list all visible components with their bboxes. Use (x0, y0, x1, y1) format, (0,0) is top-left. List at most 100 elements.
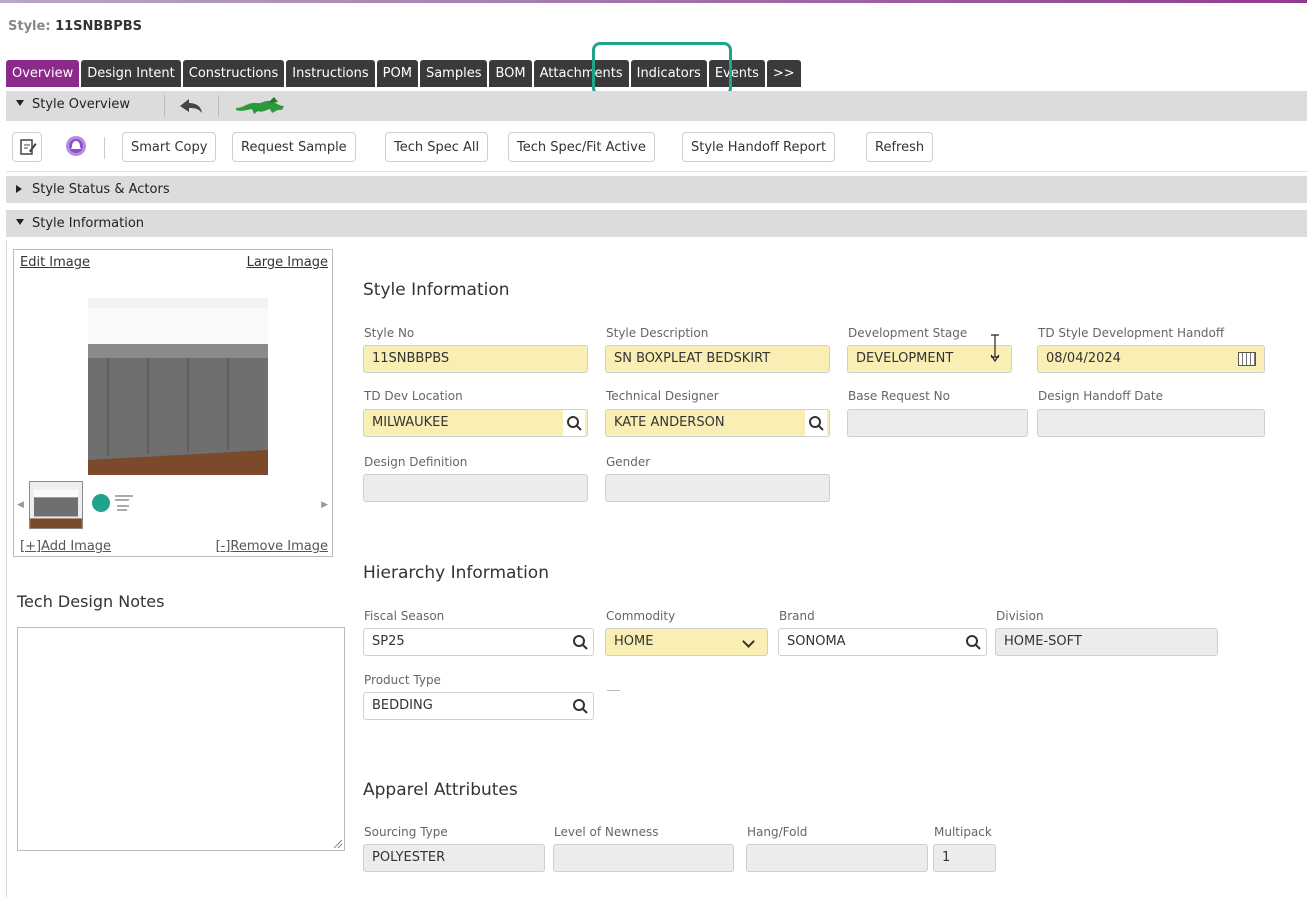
technical-designer-label: Technical Designer (606, 389, 719, 403)
top-accent-line (0, 0, 1307, 3)
edit-icon[interactable] (12, 132, 42, 162)
tab-more[interactable]: >> (766, 60, 801, 87)
product-type-field[interactable]: BEDDING (363, 692, 594, 720)
bell-icon[interactable] (62, 132, 92, 162)
division-label: Division (996, 609, 1044, 623)
tab-samples[interactable]: Samples (419, 60, 488, 87)
tech-design-notes-textarea[interactable] (17, 627, 345, 851)
td-dev-location-value: MILWAUKEE (372, 415, 449, 430)
product-type-label: Product Type (364, 673, 441, 687)
level-of-newness-label: Level of Newness (554, 825, 659, 839)
product-image[interactable] (88, 298, 268, 475)
development-stage-label: Development Stage (848, 326, 968, 340)
technical-designer-field[interactable]: KATE ANDERSON (605, 409, 830, 437)
divider (164, 95, 165, 117)
thumbnail-label-image[interactable] (91, 490, 139, 518)
style-information-heading: Style Information (363, 280, 510, 300)
smart-copy-button[interactable]: Smart Copy (122, 132, 217, 162)
style-overview-bar[interactable]: Style Overview (6, 91, 1307, 121)
attachments-highlight-box (592, 42, 732, 96)
fiscal-season-value: SP25 (372, 634, 405, 649)
hierarchy-information-heading: Hierarchy Information (363, 563, 549, 583)
division-field[interactable]: HOME-SOFT (995, 628, 1218, 656)
brand-field[interactable]: SONOMA (778, 628, 987, 656)
large-image-link[interactable]: Large Image (247, 255, 328, 270)
image-panel: Edit Image Large Image ◀ ▶ [+]Add Image … (13, 249, 333, 557)
commodity-label: Commodity (606, 609, 676, 623)
style-no-field[interactable]: 11SNBBPBS (363, 345, 588, 373)
product-type-value: BEDDING (372, 698, 433, 713)
thumb-prev-arrow-icon[interactable]: ◀ (17, 500, 24, 510)
calendar-icon[interactable] (1238, 352, 1256, 366)
remove-image-link[interactable]: [-]Remove Image (216, 539, 328, 554)
level-of-newness-field[interactable] (553, 844, 734, 872)
thumbnail-image[interactable] (29, 481, 83, 529)
tab-design-intent[interactable]: Design Intent (81, 60, 181, 87)
development-stage-value: DEVELOPMENT (856, 351, 954, 366)
action-toolbar: Smart Copy Request Sample Tech Spec All … (6, 125, 1307, 172)
style-status-actors-bar[interactable]: Style Status & Actors (6, 176, 1307, 203)
collapse-caret-icon[interactable] (16, 100, 24, 106)
tab-constructions[interactable]: Constructions (182, 60, 285, 87)
sourcing-type-label: Sourcing Type (364, 825, 448, 839)
tab-pom[interactable]: POM (376, 60, 418, 87)
section-label: Style Information (32, 216, 145, 231)
multipack-label: Multipack (934, 825, 992, 839)
td-dev-location-label: TD Dev Location (364, 389, 463, 403)
frog-logo-icon (236, 97, 284, 114)
td-handoff-label: TD Style Development Handoff (1038, 326, 1225, 340)
tab-bom[interactable]: BOM (489, 60, 532, 87)
brand-value: SONOMA (787, 634, 846, 649)
tech-spec-fit-active-button[interactable]: Tech Spec/Fit Active (508, 132, 655, 162)
divider (218, 95, 219, 117)
divider (104, 137, 105, 159)
refresh-button[interactable]: Refresh (866, 132, 934, 162)
thumb-next-arrow-icon[interactable]: ▶ (321, 500, 328, 510)
design-handoff-date-field[interactable] (1037, 409, 1265, 437)
style-information-bar[interactable]: Style Information (6, 210, 1307, 237)
fiscal-season-field[interactable]: SP25 (363, 628, 594, 656)
search-icon[interactable] (563, 410, 585, 436)
text-cursor-icon (990, 334, 1000, 363)
style-description-field[interactable]: SN BOXPLEAT BEDSKIRT (605, 345, 830, 373)
chevron-down-icon[interactable] (742, 635, 755, 648)
tech-spec-all-button[interactable]: Tech Spec All (385, 132, 489, 162)
edit-image-link[interactable]: Edit Image (20, 255, 90, 270)
tab-instructions[interactable]: Instructions (286, 60, 375, 87)
td-handoff-value: 08/04/2024 (1046, 351, 1121, 366)
expand-caret-icon[interactable] (16, 185, 22, 193)
gender-field[interactable] (605, 474, 830, 502)
multipack-field[interactable]: 1 (933, 844, 996, 872)
search-icon[interactable] (805, 410, 827, 436)
brand-label: Brand (779, 609, 815, 623)
base-request-no-field[interactable] (847, 409, 1028, 437)
design-definition-field[interactable] (363, 474, 588, 502)
resize-handle-icon[interactable] (334, 840, 342, 848)
section-label: Style Status & Actors (32, 182, 170, 197)
style-handoff-report-button[interactable]: Style Handoff Report (682, 132, 836, 162)
add-image-link[interactable]: [+]Add Image (20, 539, 111, 554)
tech-design-notes-title: Tech Design Notes (17, 592, 165, 611)
search-icon[interactable] (962, 629, 984, 655)
gender-label: Gender (606, 455, 651, 469)
commodity-select[interactable]: HOME (605, 628, 768, 656)
search-icon[interactable] (569, 693, 591, 719)
base-request-no-label: Base Request No (848, 389, 950, 403)
collapse-caret-icon[interactable] (16, 219, 24, 225)
style-title-label: Style: (8, 19, 51, 34)
search-icon[interactable] (569, 629, 591, 655)
fiscal-season-label: Fiscal Season (364, 609, 445, 623)
technical-designer-value: KATE ANDERSON (614, 415, 725, 430)
tab-overview[interactable]: Overview (6, 60, 80, 87)
apparel-attributes-heading: Apparel Attributes (363, 780, 518, 800)
request-sample-button[interactable]: Request Sample (232, 132, 356, 162)
hang-fold-field[interactable] (746, 844, 928, 872)
style-overview-label: Style Overview (32, 97, 130, 112)
td-dev-location-field[interactable]: MILWAUKEE (363, 409, 588, 437)
td-handoff-date-field[interactable]: 08/04/2024 (1037, 345, 1265, 373)
design-definition-label: Design Definition (364, 455, 468, 469)
style-title: Style: 11SNBBPBS (8, 19, 142, 34)
hang-fold-label: Hang/Fold (747, 825, 808, 839)
sourcing-type-field[interactable]: POLYESTER (363, 844, 545, 872)
back-arrow-icon[interactable] (178, 97, 204, 115)
